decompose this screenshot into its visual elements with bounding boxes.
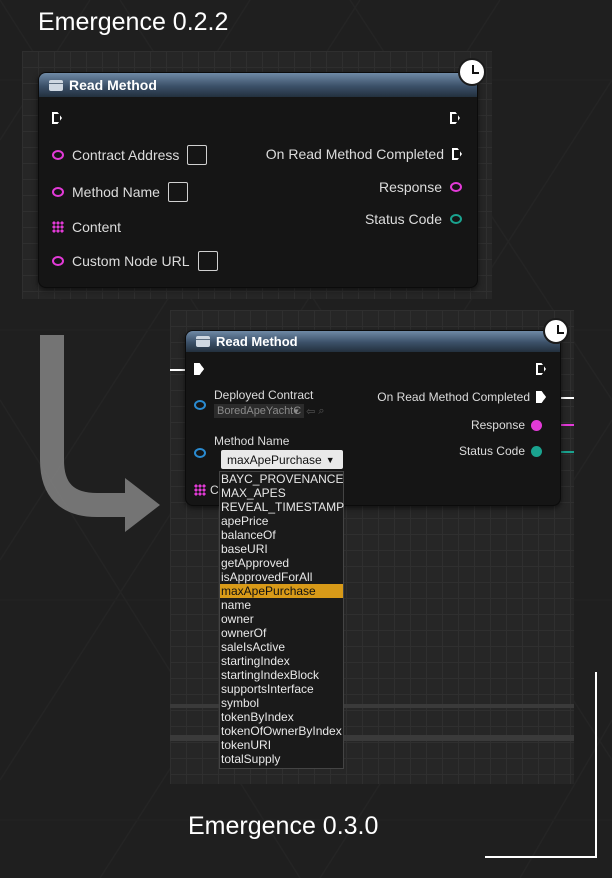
node-header: Read Method: [186, 331, 560, 352]
dropdown-option[interactable]: BAYC_PROVENANCE: [220, 472, 343, 486]
pin-dot-icon: [531, 419, 542, 431]
pin-circle-icon: [450, 214, 462, 224]
pin-label: On Read Method Completed: [377, 390, 530, 404]
dropdown-option[interactable]: startingIndex: [220, 654, 343, 668]
dropdown-caret-icon: ▼: [292, 406, 301, 416]
exec-pin-icon: [450, 112, 460, 124]
output-status-code[interactable]: Status Code: [365, 211, 462, 227]
exec-in-pin[interactable]: [194, 363, 204, 375]
value-checkbox[interactable]: [197, 251, 218, 271]
pin-label: Method Name: [214, 434, 290, 448]
exec-pin-icon: [536, 363, 546, 375]
pin-label: Method Name: [72, 184, 160, 200]
corner-bracket: [485, 672, 597, 858]
dropdown-option[interactable]: isApprovedForAll: [220, 570, 343, 584]
function-icon: [49, 79, 63, 91]
output-on-read-method-completed[interactable]: On Read Method Completed: [377, 390, 546, 404]
pin-circle-icon: [194, 400, 206, 410]
dropdown-option[interactable]: supportsInterface: [220, 682, 343, 696]
exec-pin-icon: [52, 112, 62, 124]
node-title: Read Method: [216, 334, 298, 349]
output-status-code[interactable]: Status Code: [459, 444, 542, 458]
function-icon: [196, 336, 210, 347]
pin-circle-icon: [52, 150, 64, 160]
input-content[interactable]: Content: [52, 219, 121, 235]
dropdown-option[interactable]: symbol: [220, 696, 343, 710]
input-method-name[interactable]: Method Name: [52, 182, 188, 202]
input-content[interactable]: C: [194, 483, 219, 497]
dropdown-option-selected[interactable]: maxApePurchase: [220, 584, 343, 598]
exec-in-pin[interactable]: [52, 112, 62, 124]
exec-out-pin[interactable]: [536, 363, 546, 375]
clock-icon: [543, 318, 569, 344]
contract-combo[interactable]: BoredApeYachtC: [214, 404, 305, 418]
pin-circle-icon: [450, 182, 462, 192]
node-title: Read Method: [69, 77, 157, 93]
dropdown-option[interactable]: apePrice: [220, 514, 343, 528]
pin-label: Response: [470, 418, 525, 432]
exec-out-pin[interactable]: [450, 112, 460, 124]
map-pin-icon: [52, 221, 64, 233]
pin-dot-icon: [531, 445, 542, 457]
input-contract-address[interactable]: Contract Address: [52, 145, 208, 165]
chevron-down-icon: ▼: [325, 454, 335, 465]
version-title-new: Emergence 0.3.0: [188, 812, 379, 840]
pin-label: Custom Node URL: [72, 253, 190, 269]
dropdown-option[interactable]: getApproved: [220, 556, 343, 570]
dropdown-option[interactable]: totalSupply: [220, 752, 343, 766]
dropdown-option[interactable]: balanceOf: [220, 528, 343, 542]
exec-pin-icon: [194, 363, 204, 375]
output-response[interactable]: Response: [471, 418, 542, 432]
map-pin-icon: [194, 484, 206, 496]
clock-icon: [458, 58, 486, 86]
pin-label: On Read Method Completed: [265, 146, 444, 162]
pin-label: Status Code: [364, 211, 442, 227]
pin-circle-icon: [194, 448, 206, 458]
browse-icon[interactable]: ⌕: [318, 405, 324, 418]
output-response[interactable]: Response: [379, 179, 462, 195]
exec-pin-icon: [452, 148, 462, 160]
dropdown-option[interactable]: tokenURI: [220, 738, 343, 752]
method-name-combo[interactable]: maxApePurchase ▼: [221, 450, 343, 469]
dropdown-option[interactable]: tokenByIndex: [220, 710, 343, 724]
dropdown-option[interactable]: MAX_APES: [220, 486, 343, 500]
dropdown-option[interactable]: REVEAL_TIMESTAMP: [220, 500, 344, 514]
input-deployed-contract[interactable]: Deployed Contract BoredApeYachtC ▼ ⇦ ⌕: [194, 388, 325, 418]
output-on-read-method-completed[interactable]: On Read Method Completed: [266, 146, 462, 162]
dropdown-option[interactable]: baseURI: [220, 542, 343, 556]
value-checkbox[interactable]: [187, 145, 208, 165]
input-custom-node-url[interactable]: Custom Node URL: [52, 251, 218, 271]
dropdown-option[interactable]: startingIndexBlock: [220, 668, 343, 682]
value-checkbox[interactable]: [167, 182, 188, 202]
exec-pin-icon: [536, 391, 546, 403]
pin-label: Deployed Contract: [214, 388, 314, 402]
dropdown-option[interactable]: owner: [220, 612, 343, 626]
method-dropdown-list[interactable]: BAYC_PROVENANCE MAX_APES REVEAL_TIMESTAM…: [219, 471, 344, 769]
pin-label: C: [210, 483, 219, 497]
curved-arrow-icon: [40, 335, 160, 532]
use-selected-icon[interactable]: ⇦: [306, 405, 315, 418]
node-header: Read Method: [39, 73, 477, 97]
combo-value: maxApePurchase: [227, 452, 322, 467]
version-title-old: Emergence 0.2.2: [38, 8, 229, 36]
dropdown-option[interactable]: saleIsActive: [220, 640, 343, 654]
pin-label: Response: [378, 179, 442, 195]
dropdown-option[interactable]: ownerOf: [220, 626, 343, 640]
pin-label: Content: [72, 219, 122, 235]
dropdown-option[interactable]: name: [220, 598, 343, 612]
dropdown-option[interactable]: tokenOfOwnerByIndex: [220, 724, 343, 738]
pin-circle-icon: [52, 256, 64, 266]
pin-circle-icon: [52, 187, 64, 197]
pin-label: Status Code: [458, 444, 525, 458]
pin-label: Contract Address: [72, 147, 180, 163]
